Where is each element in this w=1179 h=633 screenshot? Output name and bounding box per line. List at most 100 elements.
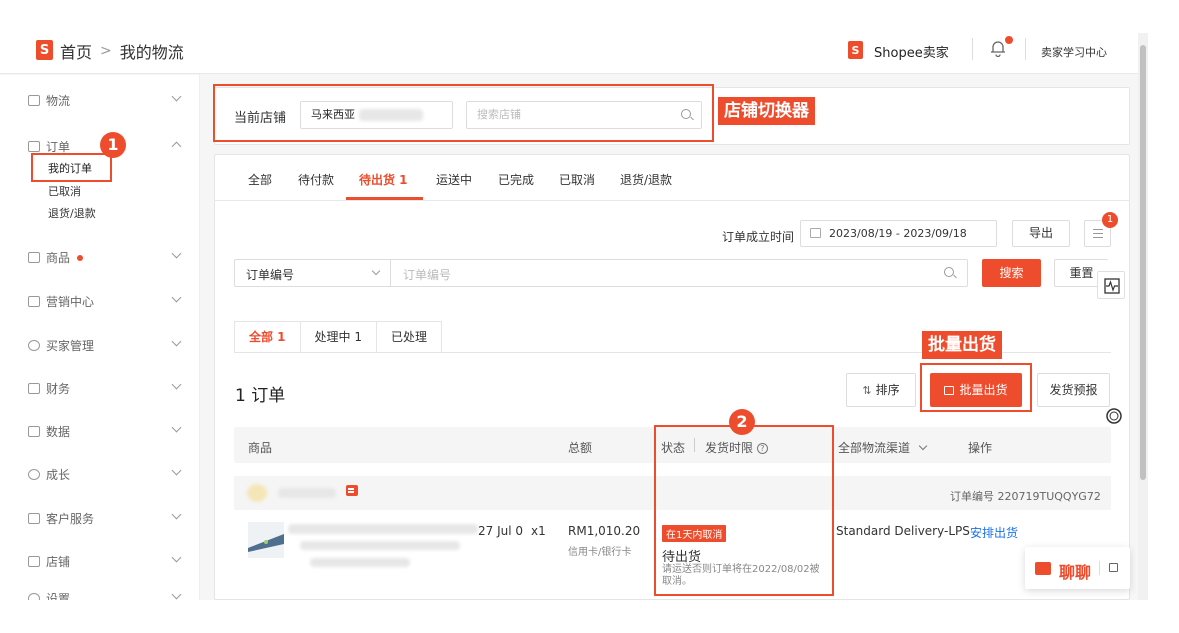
support-float-button[interactable] bbox=[1100, 402, 1128, 430]
tab-returns[interactable]: 退货/退款 bbox=[620, 171, 672, 188]
breadcrumb-separator: > bbox=[100, 43, 112, 59]
tab-shipping[interactable]: 运送中 bbox=[436, 171, 472, 188]
chat-widget[interactable]: 聊聊 bbox=[1025, 547, 1130, 589]
sidebar-item-products[interactable]: 商品 bbox=[28, 249, 84, 266]
sidebar-item-settings[interactable]: 设置 bbox=[28, 590, 70, 600]
tab-completed[interactable]: 已完成 bbox=[498, 171, 534, 188]
chat-icon[interactable] bbox=[346, 485, 358, 496]
headset-icon bbox=[1106, 408, 1122, 424]
sort-icon: ⇅ bbox=[862, 384, 872, 397]
blurred-buyer-name bbox=[278, 488, 336, 498]
seller-logo: S bbox=[848, 41, 863, 59]
active-tab-indicator bbox=[346, 197, 423, 200]
chat-bubble-icon bbox=[1035, 562, 1051, 575]
sort-label: 排序 bbox=[875, 383, 900, 397]
sidebar-item-label: 商品 bbox=[46, 251, 71, 265]
sidebar-item-label: 财务 bbox=[46, 382, 71, 396]
sidebar-item-label: 数据 bbox=[46, 425, 71, 439]
product-date-fragment: 27 Jul 0 bbox=[478, 524, 524, 538]
sidebar-item-buyers[interactable]: 买家管理 bbox=[28, 337, 94, 354]
annotation-label-shop-switcher: 店铺切换器 bbox=[718, 97, 815, 125]
order-amount: RM1,010.20 bbox=[568, 524, 641, 538]
seller-center-label[interactable]: Shopee卖家 bbox=[874, 42, 949, 61]
tab-cancelled[interactable]: 已取消 bbox=[559, 171, 595, 188]
sidebar-sub-cancelled[interactable]: 已取消 bbox=[48, 183, 81, 199]
people-icon bbox=[28, 340, 40, 351]
minimize-icon[interactable] bbox=[1109, 563, 1118, 572]
page-title: 我的物流 bbox=[119, 43, 184, 62]
order-count: 1 订单 bbox=[235, 386, 286, 406]
chevron-down-icon bbox=[918, 441, 928, 451]
export-button[interactable]: 导出 bbox=[1012, 220, 1070, 247]
product-quantity: x1 bbox=[531, 524, 546, 538]
tab-all[interactable]: 全部 bbox=[248, 171, 272, 188]
shopee-logo[interactable]: S bbox=[36, 40, 53, 60]
search-button[interactable]: 搜索 bbox=[982, 259, 1041, 287]
sidebar-sub-returns[interactable]: 退货/退款 bbox=[48, 205, 96, 221]
order-search-bar bbox=[234, 259, 968, 287]
sidebar-item-customer-service[interactable]: 客户服务 bbox=[28, 510, 94, 527]
pulse-float-button[interactable] bbox=[1097, 271, 1125, 299]
sidebar-item-shop[interactable]: 店铺 bbox=[28, 553, 70, 570]
payment-method: 信用卡/银行卡 bbox=[568, 547, 632, 558]
date-filter-label: 订单成立时间 bbox=[722, 230, 795, 244]
search-icon[interactable] bbox=[944, 267, 954, 277]
search-type-select[interactable]: 订单编号 bbox=[246, 266, 294, 283]
sort-button[interactable]: ⇅ 排序 bbox=[846, 373, 916, 407]
subtab-processed[interactable]: 已处理 bbox=[375, 321, 442, 353]
sidebar-item-label: 设置 bbox=[46, 592, 71, 600]
message-icon bbox=[28, 513, 40, 524]
truck-icon bbox=[28, 95, 40, 106]
tab-unpaid[interactable]: 待付款 bbox=[298, 171, 334, 188]
annotation-number-1: 1 bbox=[100, 132, 126, 158]
tag-icon bbox=[28, 296, 40, 307]
product-image[interactable] bbox=[248, 522, 284, 558]
arrange-shipment-link[interactable]: 安排出货 bbox=[970, 524, 1018, 541]
page-bottom-margin bbox=[0, 600, 1179, 633]
sidebar-item-finance[interactable]: 财务 bbox=[28, 380, 70, 397]
sidebar-item-label: 营销中心 bbox=[46, 295, 95, 309]
annotation-box-batch-ship bbox=[920, 363, 1032, 412]
tab-to-ship[interactable]: 待出货 1 bbox=[359, 171, 408, 188]
processing-tabs: 全部 1 处理中 1 已处理 bbox=[234, 321, 442, 353]
header-divider bbox=[1025, 38, 1026, 60]
subtab-processing[interactable]: 处理中 1 bbox=[299, 321, 377, 353]
sidebar-item-label: 物流 bbox=[46, 94, 71, 108]
notification-dot bbox=[1005, 36, 1013, 44]
breadcrumb: 首页 > 我的物流 bbox=[60, 39, 184, 63]
gear-icon bbox=[28, 593, 40, 600]
order-icon bbox=[28, 141, 40, 152]
activity-icon bbox=[1104, 278, 1120, 294]
header-divider bbox=[972, 38, 973, 60]
column-total: 总额 bbox=[568, 441, 593, 455]
sidebar-item-label: 成长 bbox=[46, 468, 71, 482]
sidebar-item-growth[interactable]: 成长 bbox=[28, 466, 70, 483]
channel-filter-label: 全部物流渠道 bbox=[838, 441, 911, 455]
blurred-product-name bbox=[288, 524, 478, 534]
date-range-picker[interactable]: 2023/08/19 - 2023/09/18 bbox=[800, 220, 997, 247]
sidebar-item-logistics[interactable]: 物流 bbox=[28, 92, 70, 109]
list-icon bbox=[1093, 229, 1103, 238]
chat-divider bbox=[1099, 561, 1100, 575]
annotation-label-batch-ship: 批量出货 bbox=[922, 331, 1002, 359]
learning-center-link[interactable]: 卖家学习中心 bbox=[1041, 44, 1107, 60]
scrollbar-thumb[interactable] bbox=[1140, 45, 1146, 480]
bell-icon[interactable] bbox=[990, 39, 1006, 57]
column-action: 操作 bbox=[968, 441, 993, 455]
annotation-box-status-deadline bbox=[654, 425, 834, 596]
breadcrumb-home[interactable]: 首页 bbox=[60, 39, 92, 63]
chat-label: 聊聊 bbox=[1059, 563, 1092, 582]
sidebar-item-data[interactable]: 数据 bbox=[28, 423, 70, 440]
sidebar-item-marketing[interactable]: 营销中心 bbox=[28, 293, 94, 310]
wallet-icon bbox=[28, 383, 40, 394]
medal-icon bbox=[28, 469, 40, 480]
calendar-icon bbox=[810, 228, 821, 238]
buyer-avatar[interactable] bbox=[247, 484, 267, 502]
order-search-input[interactable]: 订单编号 bbox=[403, 266, 451, 283]
column-channel-filter[interactable]: 全部物流渠道 bbox=[838, 439, 928, 456]
annotation-box-shop-switcher bbox=[213, 84, 714, 142]
subtab-all[interactable]: 全部 1 bbox=[234, 321, 301, 353]
date-range-value: 2023/08/19 - 2023/09/18 bbox=[829, 227, 967, 240]
annotation-box-my-orders bbox=[31, 153, 112, 182]
search-divider bbox=[390, 260, 391, 286]
